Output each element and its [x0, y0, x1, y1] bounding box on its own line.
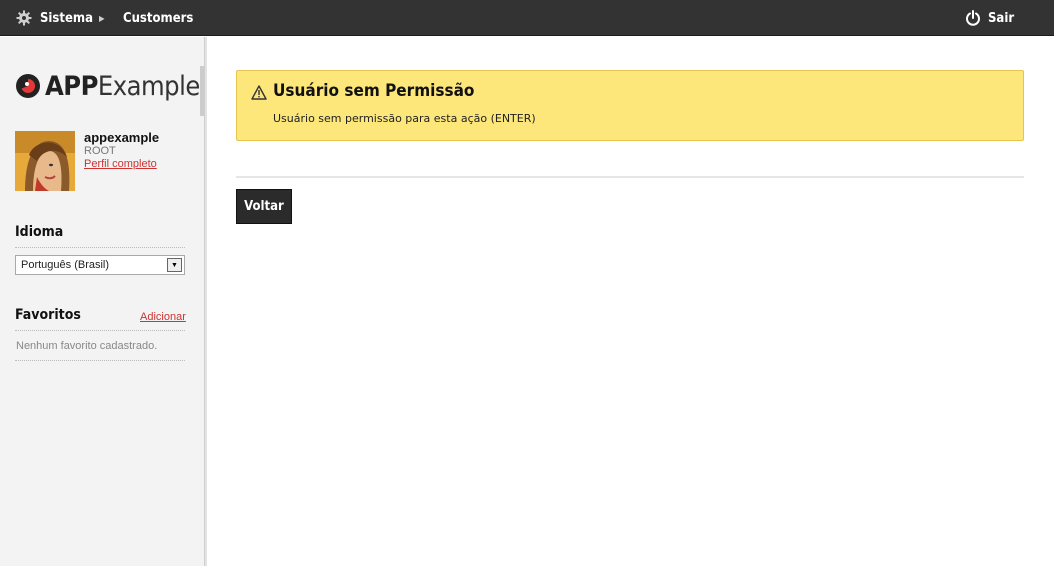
divider [15, 247, 185, 248]
divider [15, 330, 185, 331]
back-button[interactable]: Voltar [236, 189, 292, 224]
top-navbar: Sistema ▶ Customers Sair [0, 0, 1054, 36]
favoritos-title: Favoritos [15, 307, 81, 323]
language-select-value: Português (Brasil) [21, 259, 110, 271]
divider [15, 360, 185, 361]
sidebar-scrollbar[interactable] [200, 66, 205, 116]
warning-alert: Usuário sem Permissão Usuário sem permis… [236, 70, 1024, 141]
language-select[interactable]: Português (Brasil) ▼ [15, 255, 185, 275]
menu-sistema[interactable]: Sistema ▶ [16, 0, 105, 36]
app-logo: APPExample [15, 70, 200, 102]
idioma-title: Idioma [15, 224, 64, 240]
caret-right-icon: ▶ [99, 13, 105, 23]
user-role: ROOT [84, 145, 116, 157]
alert-title: Usuário sem Permissão [273, 81, 475, 101]
sidebar-border [205, 37, 207, 566]
menu-sistema-label: Sistema [40, 10, 93, 26]
logout-button[interactable]: Sair [965, 0, 1014, 36]
power-icon [966, 10, 980, 26]
logo-app-text: APP [45, 70, 98, 102]
logo-example-text: Example [97, 70, 200, 102]
avatar[interactable] [15, 131, 75, 191]
alert-message: Usuário sem permissão para esta ação (EN… [273, 112, 536, 125]
logo-mark-icon [16, 74, 40, 98]
add-favorite-link[interactable]: Adicionar [140, 311, 186, 323]
profile-link[interactable]: Perfil completo [84, 158, 157, 170]
content-divider [236, 176, 1024, 178]
chevron-down-icon[interactable]: ▼ [167, 258, 182, 272]
avatar-image [15, 131, 75, 191]
warning-icon [251, 85, 267, 100]
favorites-empty-text: Nenhum favorito cadastrado. [16, 340, 158, 352]
user-name: appexample [84, 130, 160, 145]
logout-label: Sair [988, 10, 1015, 26]
sidebar [0, 37, 205, 566]
menu-customers[interactable]: Customers [123, 0, 193, 36]
menu-customers-label: Customers [123, 10, 194, 26]
gear-icon [16, 10, 32, 26]
